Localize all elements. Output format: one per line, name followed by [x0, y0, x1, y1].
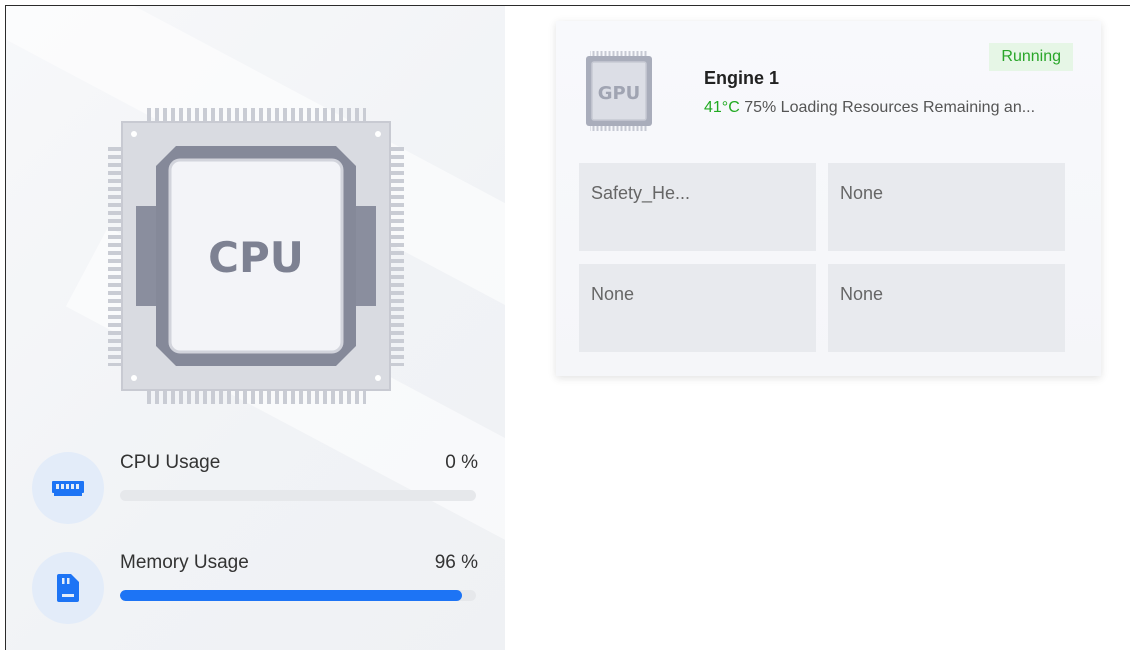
memory-usage-value: 96 %: [434, 552, 478, 573]
engine-slot[interactable]: None: [579, 264, 816, 352]
cpu-usage-row: CPU Usage 0 %: [32, 452, 502, 524]
engine-load: 75% Loading Resources Remaining an...: [744, 99, 1036, 116]
engine-slot[interactable]: None: [828, 264, 1065, 352]
cpu-usage-label: CPU Usage: [120, 452, 221, 473]
engine-stats: 41°C 75% Loading Resources Remaining an.…: [704, 99, 1035, 117]
cpu-chip-icon: CPU: [108, 108, 404, 404]
engine-title: Engine 1: [704, 68, 780, 88]
memory-usage-row: Memory Usage 96 %: [32, 552, 502, 624]
cpu-chip-label: CPU: [208, 233, 304, 282]
cpu-usage-value: 0 %: [445, 452, 478, 473]
memory-usage-label: Memory Usage: [120, 552, 249, 573]
memory-usage-bar-fill: [120, 590, 462, 601]
gpu-chip-icon: GPU: [586, 51, 652, 131]
status-badge: Running: [989, 43, 1073, 71]
memory-module-icon: [32, 452, 104, 524]
engine-temperature: 41°C: [704, 99, 740, 116]
storage-card-icon: [32, 552, 104, 624]
engine-slot[interactable]: None: [828, 163, 1065, 251]
gpu-chip-label: GPU: [598, 83, 641, 104]
engine-card[interactable]: GPU Engine 1 41°C 75% Loading Resources …: [556, 21, 1101, 376]
cpu-usage-bar: [120, 490, 476, 501]
memory-usage-bar: [120, 590, 476, 601]
engine-slot[interactable]: Safety_He...: [579, 163, 816, 251]
